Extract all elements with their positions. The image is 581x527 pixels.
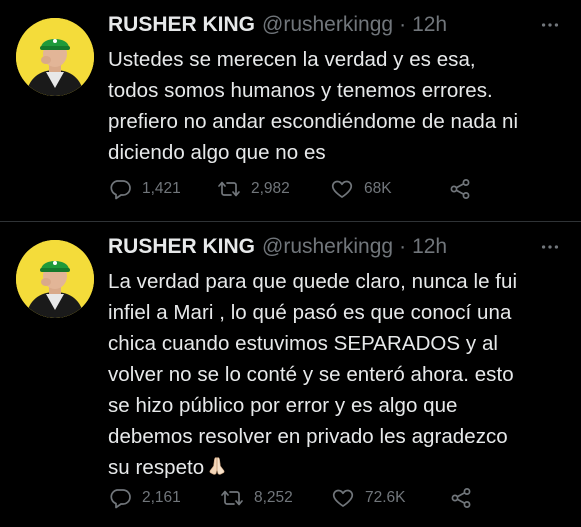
reply-count: 2,161 bbox=[142, 489, 181, 506]
tweet-text-line: todos somos humanos y tenemos errores. bbox=[108, 79, 493, 102]
action-bar: 2,161 8,252 72.6K bbox=[108, 486, 473, 510]
timestamp[interactable]: 12h bbox=[412, 10, 447, 40]
more-options-icon[interactable] bbox=[539, 236, 561, 258]
more-options-icon[interactable] bbox=[539, 14, 561, 36]
retweet-icon bbox=[221, 490, 243, 506]
like-count: 68K bbox=[364, 180, 392, 197]
tweet-text-line: prefiero no andar escondiéndome de nada … bbox=[108, 110, 519, 133]
tweet[interactable]: RUSHER KING @rusherkingg · 12h La verdad… bbox=[0, 222, 581, 527]
author-name[interactable]: RUSHER KING bbox=[108, 10, 255, 40]
like-count: 72.6K bbox=[365, 489, 406, 506]
retweet-icon bbox=[218, 181, 240, 197]
tweet-text-line: infiel a Mari , lo qué pasó es que conoc… bbox=[108, 301, 512, 324]
reply-button[interactable]: 2,161 bbox=[108, 486, 220, 510]
timestamp[interactable]: 12h bbox=[412, 232, 447, 262]
tweet-text-line: volver no se lo conté y se enteró ahora.… bbox=[108, 363, 514, 386]
retweet-button[interactable]: 2,982 bbox=[217, 177, 330, 201]
reply-icon bbox=[110, 489, 131, 509]
tweet-text-line: La verdad para que quede claro, nunca le… bbox=[108, 270, 518, 293]
share-button[interactable] bbox=[448, 177, 472, 201]
avatar[interactable] bbox=[16, 240, 94, 318]
avatar-image bbox=[16, 240, 94, 318]
action-bar: 1,421 2,982 68K bbox=[108, 177, 472, 201]
tweet-text-line: se hizo público por error y es algo que bbox=[108, 394, 458, 417]
tweet-text: Ustedes se merecen la verdad y es esa, t… bbox=[108, 44, 561, 168]
folded-hands-icon bbox=[209, 457, 225, 475]
tweet-text-line: debemos resolver en privado les agradezc… bbox=[108, 425, 508, 448]
tweet[interactable]: RUSHER KING @rusherkingg · 12h Ustedes s… bbox=[0, 0, 581, 222]
share-icon bbox=[451, 488, 471, 508]
share-icon bbox=[450, 179, 470, 199]
heart-icon bbox=[331, 180, 353, 198]
tweet-text-fragment: su respeto bbox=[108, 456, 205, 479]
author-name[interactable]: RUSHER KING bbox=[108, 232, 255, 262]
tweet-text-line: chica cuando estuvimos SEPARADOS y al bbox=[108, 332, 498, 355]
author-handle[interactable]: @rusherkingg bbox=[262, 232, 393, 262]
tweet-text-line-last: su respeto bbox=[108, 452, 561, 483]
retweet-button[interactable]: 8,252 bbox=[220, 486, 331, 510]
author-handle[interactable]: @rusherkingg bbox=[262, 10, 393, 40]
reply-icon bbox=[110, 180, 131, 200]
avatar-image bbox=[16, 18, 94, 96]
share-button[interactable] bbox=[449, 486, 473, 510]
tweet-header: RUSHER KING @rusherkingg · 12h bbox=[108, 10, 561, 40]
reply-button[interactable]: 1,421 bbox=[108, 177, 217, 201]
separator-dot: · bbox=[399, 13, 407, 36]
tweet-text-line: diciendo algo que no es bbox=[108, 141, 326, 164]
reply-count: 1,421 bbox=[142, 180, 181, 197]
avatar[interactable] bbox=[16, 18, 94, 96]
retweet-count: 2,982 bbox=[251, 180, 290, 197]
tweet-text-line: Ustedes se merecen la verdad y es esa, bbox=[108, 48, 476, 71]
like-button[interactable]: 72.6K bbox=[331, 486, 449, 510]
tweet-text: La verdad para que quede claro, nunca le… bbox=[108, 266, 561, 483]
retweet-count: 8,252 bbox=[254, 489, 293, 506]
heart-icon bbox=[332, 489, 354, 507]
separator-dot: · bbox=[399, 235, 407, 258]
like-button[interactable]: 68K bbox=[330, 177, 448, 201]
tweet-header: RUSHER KING @rusherkingg · 12h bbox=[108, 232, 561, 262]
